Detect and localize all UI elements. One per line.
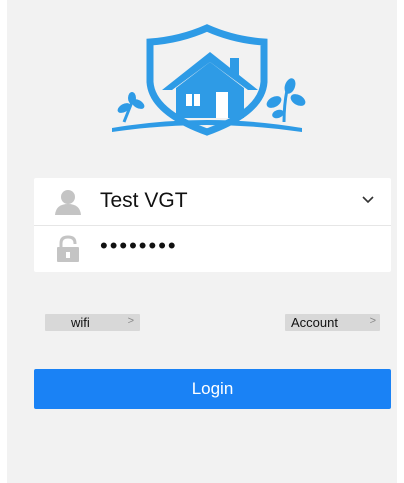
wifi-button-label: wifi: [71, 315, 90, 330]
username-dropdown[interactable]: Test VGT: [34, 178, 391, 226]
password-value: ••••••••: [100, 233, 178, 258]
lock-icon: [57, 235, 79, 262]
login-card: Test VGT ••••••••: [34, 178, 391, 272]
chevron-down-icon[interactable]: [361, 193, 375, 207]
chevron-right-icon: >: [369, 315, 376, 327]
login-button[interactable]: Login: [34, 369, 391, 409]
username-value: Test VGT: [100, 189, 188, 212]
chevron-right-icon: >: [127, 315, 134, 327]
wifi-button[interactable]: wifi >: [45, 314, 140, 331]
login-screen: Test VGT •••••••• wifi > Account > Login: [7, 0, 397, 483]
house-shield-logo-icon: [112, 24, 306, 136]
account-button-label: Account: [291, 315, 338, 330]
user-icon: [55, 190, 81, 215]
password-field[interactable]: ••••••••: [34, 225, 391, 272]
account-button[interactable]: Account >: [285, 314, 380, 331]
